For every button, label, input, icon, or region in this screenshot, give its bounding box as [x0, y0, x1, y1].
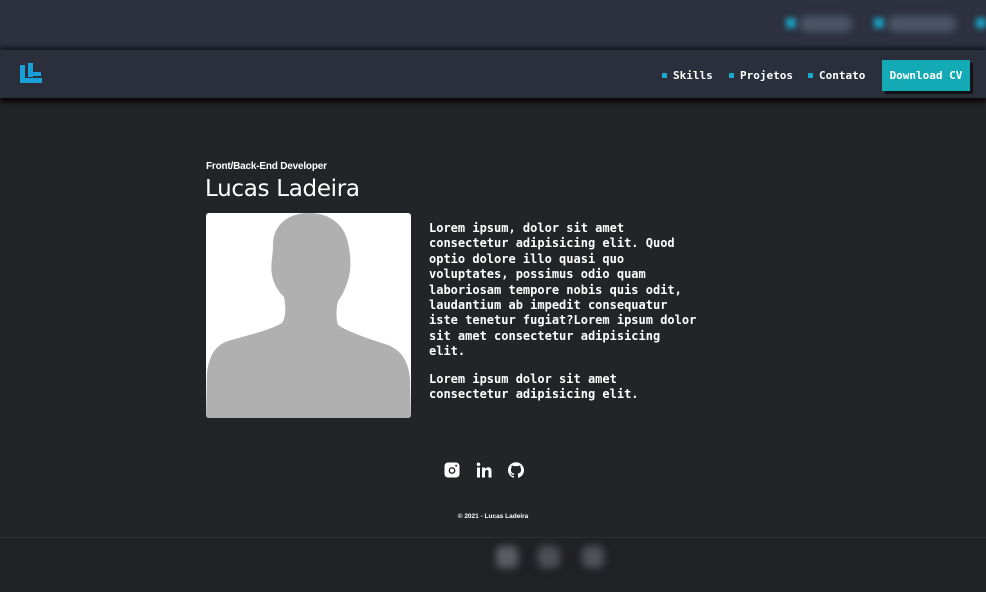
blurred-nav-item: [888, 16, 956, 32]
bullet-icon: [729, 72, 734, 78]
blurred-instagram-icon: [496, 546, 518, 568]
nav-item-label: Contato: [819, 68, 866, 82]
nav-item-label: Projetos: [740, 68, 793, 82]
nav-item-projetos[interactable]: Projetos: [729, 67, 793, 83]
blurred-background-footer: [0, 537, 986, 592]
bullet-icon: [662, 72, 667, 78]
nav-item-label: Skills: [673, 68, 713, 82]
linkedin-icon[interactable]: [476, 462, 492, 478]
blurred-github-icon: [582, 546, 604, 568]
blurred-nav-item: [800, 16, 852, 32]
github-icon[interactable]: [508, 462, 524, 478]
nav-item-contato[interactable]: Contato: [808, 67, 865, 83]
person-silhouette-icon: [206, 213, 411, 418]
download-cv-button[interactable]: Download CV: [882, 60, 970, 91]
blurred-bullet: [786, 18, 796, 28]
page-title: Lucas Ladeira: [205, 176, 360, 202]
blurred-background-header: [0, 0, 986, 50]
bio-text: Lorem ipsum, dolor sit amet consectetur …: [429, 221, 699, 414]
bio-paragraph: Lorem ipsum, dolor sit amet consectetur …: [429, 221, 697, 359]
bullet-icon: [808, 72, 813, 78]
logo-icon[interactable]: [20, 63, 42, 85]
blurred-bullet: [976, 18, 986, 28]
bio-paragraph: Lorem ipsum dolor sit amet consectetur a…: [429, 371, 639, 402]
nav-item-skills[interactable]: Skills: [662, 67, 713, 83]
blurred-bullet: [874, 18, 884, 28]
copyright-text: © 2021 - Lucas Ladeira: [457, 513, 529, 520]
blurred-linkedin-icon: [538, 546, 560, 568]
portfolio-page: Skills Projetos Contato Download CV Fron…: [0, 0, 986, 592]
avatar: [206, 213, 411, 418]
instagram-icon[interactable]: [444, 462, 460, 478]
job-title: Front/Back-End Developer: [206, 161, 327, 172]
